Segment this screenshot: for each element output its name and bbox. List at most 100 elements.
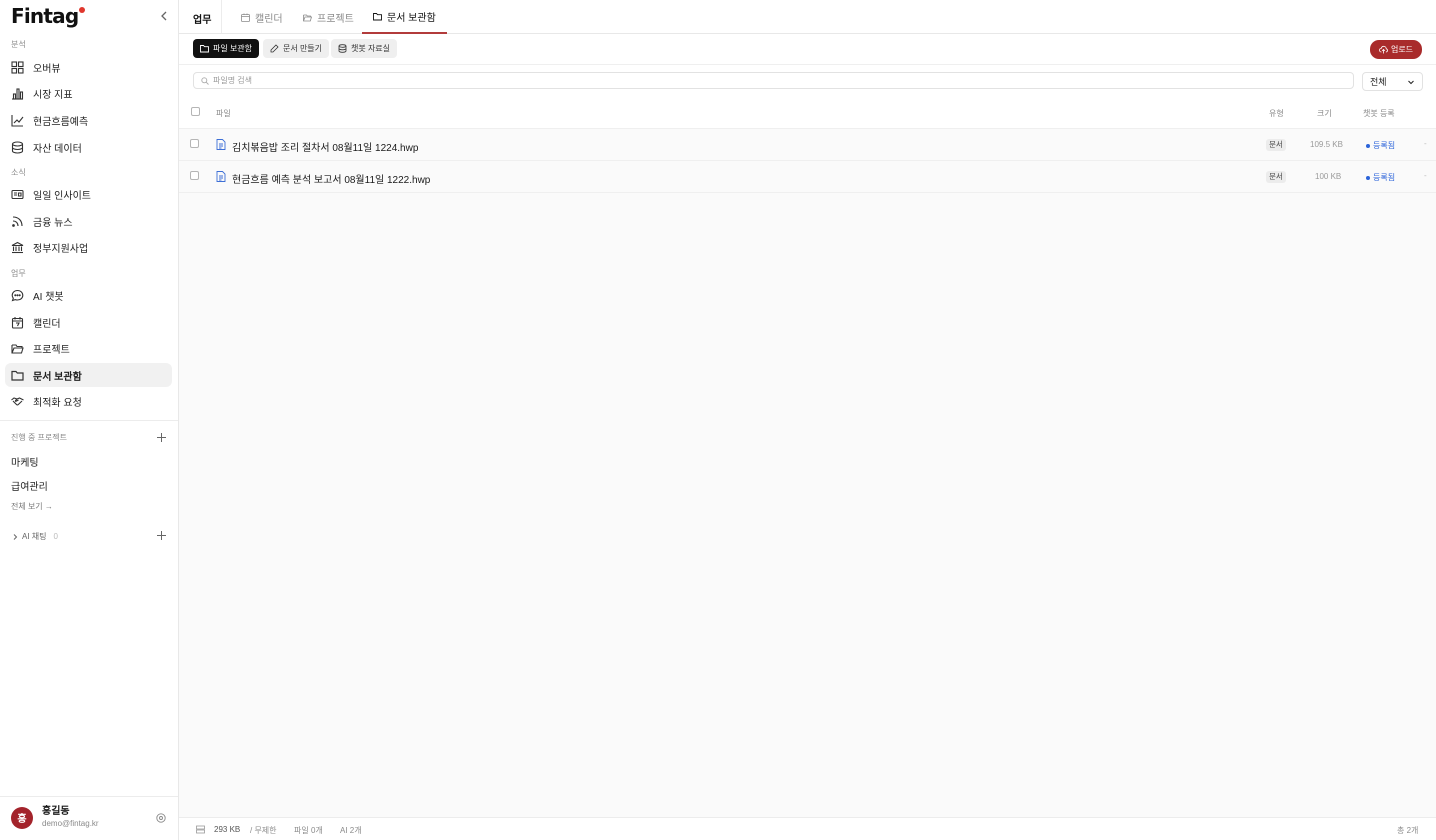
sidebar-item-finance-news[interactable]: 금융 뉴스 [5,209,172,233]
table-header: 파일 유형 크기 챗봇 등록 [179,97,1436,129]
add-project-plus-icon[interactable] [156,432,167,443]
project-item-marketing[interactable]: 마케팅 [11,454,39,469]
file-type-badge: 문서 [1266,171,1286,183]
sidebar-item-label: 자산 데이터 [33,143,82,155]
search-input[interactable] [213,76,1313,85]
search-row: 전체 [179,65,1436,97]
collapse-sidebar-icon[interactable] [157,9,171,23]
project-item-payroll[interactable]: 급여관리 [11,478,48,493]
column-header-chatbot-registration[interactable]: 챗봇 등록 [1363,108,1395,119]
ai-chat-toggle[interactable]: AI 채팅 0 [11,531,58,542]
user-settings-icon[interactable] [156,813,166,823]
sidebar-item-document-archive[interactable]: 문서 보관함 [5,363,172,387]
chatbot-status-badge: 등록됨 [1366,172,1395,183]
rss-icon [11,215,24,228]
upload-label: 업로드 [1390,45,1414,54]
chatbot-library-button[interactable]: 챗봇 자료실 [331,39,398,58]
folder-open-icon [11,342,24,355]
total-count: 총 2개 [1397,826,1419,835]
ai-count: AI 2개 [340,826,362,835]
cloud-upload-icon [1379,45,1388,54]
sidebar-item-asset-data[interactable]: 자산 데이터 [5,135,172,159]
tab-label: 프로젝트 [317,13,354,25]
tab-label: 캘린더 [255,13,283,25]
bank-icon [11,241,24,254]
user-email: demo@fintag.kr [42,819,99,828]
chevron-down-icon [1407,78,1415,86]
file-type-badge: 문서 [1266,139,1286,151]
user-profile[interactable]: 홍 홍길동 demo@fintag.kr [11,806,99,829]
button-label: 챗봇 자료실 [351,44,391,53]
section-label-analysis: 분석 [11,40,26,49]
tab-document-archive[interactable]: 문서 보관함 [362,0,447,34]
sidebar-item-label: 최적화 요청 [33,397,82,409]
section-label-work: 업무 [11,269,26,278]
sidebar-item-label: 프로젝트 [33,344,70,356]
file-archive-button[interactable]: 파일 보관함 [193,39,260,58]
sidebar-item-market-indicators[interactable]: 시장 지표 [5,81,172,105]
filter-selected-value: 전체 [1370,77,1387,87]
sidebar-item-optimization-request[interactable]: 최적화 요청 [5,389,172,413]
avatar: 홍 [11,806,33,829]
button-label: 문서 만들기 [283,44,323,53]
workspace-separator [221,0,222,33]
document-file-icon [216,139,226,150]
chat-icon [11,289,24,302]
upload-button[interactable]: 업로드 [1370,40,1422,59]
sidebar-item-label: 오버뷰 [33,63,61,75]
ai-chat-label: AI 채팅 [22,532,47,541]
status-text: 등록됨 [1373,173,1396,182]
column-header-file[interactable]: 파일 [216,108,231,119]
sidebar-bottom-divider [0,796,178,797]
row-more-placeholder: - [1424,139,1427,148]
status-dot [1366,175,1370,180]
storage-limit: / 무제한 [250,826,277,835]
tab-calendar[interactable]: 캘린더 [241,0,283,34]
sidebar: Fintag 분석 오버뷰 시장 지표 현금흐름예측 자산 데이터 소식 일일 … [0,0,179,840]
section-label-news: 소식 [11,168,26,177]
column-header-size[interactable]: 크기 [1317,108,1332,119]
ai-chat-count: 0 [53,532,58,541]
tab-projects[interactable]: 프로젝트 [303,0,354,34]
grid-icon [11,60,24,74]
handshake-icon [11,395,24,408]
projects-header: 진행 중 프로젝트 [11,433,67,442]
file-size: 109.5 KB [1310,140,1343,149]
top-bar: 업무 캘린더 프로젝트 문서 보관함 [179,0,1436,34]
sidebar-item-government-support[interactable]: 정부지원사업 [5,235,172,259]
sidebar-item-label: 시장 지표 [33,89,73,101]
sidebar-item-ai-chatbot[interactable]: AI 챗봇 [5,283,172,307]
create-document-button[interactable]: 문서 만들기 [263,39,330,58]
status-dot [1366,143,1370,148]
pencil-icon [270,44,279,53]
bar-chart-icon [11,87,24,100]
sidebar-item-label: 캘린더 [33,318,61,330]
file-name[interactable]: 현금흐름 예측 분석 보고서 08월11일 1222.hwp [232,171,430,186]
folder-icon [373,12,382,21]
database-icon [338,44,347,53]
brand-logo[interactable]: Fintag [11,4,86,28]
select-all-checkbox[interactable] [191,107,200,116]
row-checkbox[interactable] [190,139,199,148]
table-row[interactable]: 김치볶음밥 조리 절차서 08월11일 1224.hwp 문서 109.5 KB… [179,129,1436,161]
sidebar-item-calendar[interactable]: 캘린더 [5,310,172,334]
status-text: 등록됨 [1373,141,1396,150]
sidebar-item-projects[interactable]: 프로젝트 [5,336,172,360]
user-info: 홍길동 demo@fintag.kr [42,806,99,829]
row-more-placeholder: - [1424,171,1427,180]
type-filter-select[interactable]: 전체 [1362,72,1423,91]
sidebar-item-overview[interactable]: 오버뷰 [5,55,172,79]
storage-icon [196,825,205,834]
view-all-projects-link[interactable]: 전체 보기 → [11,501,53,512]
search-box[interactable] [193,72,1354,89]
table-row[interactable]: 현금흐름 예측 분석 보고서 08월11일 1222.hwp 문서 100 KB… [179,161,1436,193]
row-checkbox[interactable] [190,171,199,180]
sidebar-divider [0,420,178,421]
column-header-type[interactable]: 유형 [1269,108,1284,119]
sidebar-item-daily-insight[interactable]: 일일 인사이트 [5,182,172,206]
status-bar: 293 KB / 무제한 파일 0개 AI 2개 총 2개 [179,817,1436,840]
file-name[interactable]: 김치볶음밥 조리 절차서 08월11일 1224.hwp [232,139,418,154]
folder-icon [200,44,209,53]
add-ai-chat-plus-icon[interactable] [156,530,167,541]
sidebar-item-cashflow-forecast[interactable]: 현금흐름예측 [5,108,172,132]
